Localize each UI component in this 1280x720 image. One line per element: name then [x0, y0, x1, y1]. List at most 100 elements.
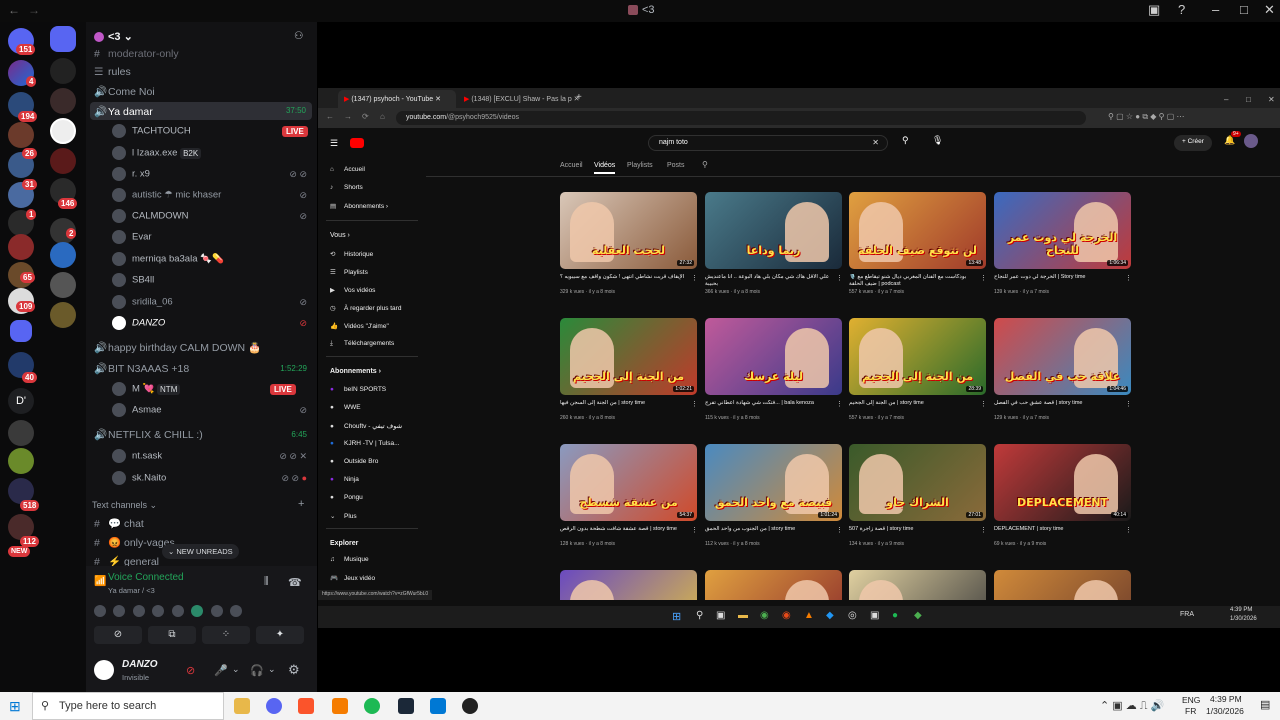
steam-icon[interactable] — [398, 698, 414, 714]
activities-button[interactable]: ⁘ — [202, 626, 250, 644]
server-icon[interactable] — [8, 420, 34, 446]
menu-icon[interactable]: ☰ — [330, 138, 338, 149]
nav-musique[interactable]: ♫ Musique — [330, 556, 369, 563]
more-options-icon[interactable]: ⋮ — [836, 274, 843, 282]
server-icon[interactable] — [50, 148, 76, 174]
video-title[interactable]: 507 قصة زاجرة | story time — [849, 526, 974, 540]
headphones-icon[interactable]: 🎧 — [250, 664, 264, 677]
nav-historique[interactable]: ⟲ Historique — [330, 250, 373, 258]
nav-abonnements[interactable]: ▤ Abonnements › — [330, 202, 388, 210]
soundboard-button[interactable]: ✦ — [256, 626, 304, 644]
search-input[interactable]: najm toto ✕ — [648, 135, 888, 151]
nav-playlists[interactable]: ☰ Playlists — [330, 268, 368, 276]
voice-channel-name[interactable]: Ya damar / <3 — [108, 586, 155, 595]
video-thumbnail[interactable]: من عشقة شسطح 54:37 — [560, 444, 697, 521]
server-icon[interactable] — [50, 242, 76, 268]
language-bottom[interactable]: FR — [1185, 706, 1196, 716]
sub-channel[interactable]: ● Pongu — [330, 494, 363, 501]
microphone-icon[interactable]: 🎙 — [932, 135, 943, 146]
settings-gear-icon[interactable]: ⚙ — [288, 662, 300, 678]
more-options-icon[interactable]: ⋮ — [980, 274, 987, 282]
channel-netflix-chill[interactable]: 🔊NETFLIX & CHILL :) — [94, 428, 203, 441]
video-thumbnail[interactable]: علاقة حب في الفصل 1:04:46 — [994, 318, 1131, 395]
new-tab-button[interactable]: + — [574, 90, 584, 108]
create-button[interactable]: + Créer — [1174, 135, 1212, 151]
remote-clock-time[interactable]: 4:39 PM — [1230, 607, 1252, 613]
voice-user[interactable]: CALMDOWN — [112, 209, 188, 223]
tab-exclu-shaw[interactable]: ▶ (1348) [EXCLU] Shaw - Pas la p ✕ — [458, 90, 580, 108]
video-thumbnail[interactable]: مع نازح القراءة — [560, 570, 697, 600]
nav-accueil[interactable]: ⌂ Accueil — [330, 166, 365, 173]
channel-happy-birthday[interactable]: 🔊happy birthday CALM DOWN 🎂 — [94, 341, 261, 354]
video-title[interactable]: من الجنة إلى الجحيم | story time — [849, 400, 974, 414]
nav-watch-later[interactable]: ◷ À regarder plus tard — [330, 304, 401, 312]
nav-plus[interactable]: ⌄ Plus — [330, 512, 357, 520]
more-options-icon[interactable]: ⋮ — [1125, 526, 1132, 534]
task-view-icon[interactable]: ▣ — [716, 610, 725, 621]
text-channels-header[interactable]: Text channels ⌄ — [92, 500, 157, 511]
channel-tab-videos[interactable]: Vidéos — [594, 162, 616, 174]
windows-start-icon[interactable]: ⊞ — [9, 698, 21, 715]
add-channel-icon[interactable]: + — [298, 498, 304, 510]
video-title[interactable]: الخرجة لي دوت عمر للنجاح | Story time — [994, 274, 1119, 288]
more-options-icon[interactable]: ⋮ — [1125, 400, 1132, 408]
server-icon[interactable] — [50, 118, 76, 144]
video-title[interactable]: من الجنة إلى السجن فيها | story time — [560, 400, 685, 414]
camera-off-button[interactable]: ⊘ — [94, 626, 142, 644]
app-icon[interactable] — [462, 698, 478, 714]
voice-user[interactable]: l Izaax.exe B2K — [112, 146, 202, 160]
maximize-icon[interactable]: □ — [1240, 90, 1257, 108]
clear-search-icon[interactable]: ✕ — [872, 138, 879, 147]
close-icon[interactable]: ✕ — [1264, 2, 1275, 18]
video-thumbnail[interactable]: فبيصة مع واحد الحمق 1:01:24 — [705, 444, 842, 521]
minimize-icon[interactable]: – — [1212, 2, 1219, 17]
folder-icon[interactable] — [10, 320, 32, 342]
nav-liked-videos[interactable]: 👍 Vidéos "J'aime" — [330, 322, 389, 330]
avatar[interactable] — [1244, 134, 1258, 148]
inbox-icon[interactable]: ▣ — [1148, 2, 1160, 18]
nav-shorts[interactable]: ♪ Shorts — [330, 184, 363, 191]
more-options-icon[interactable]: ⋮ — [980, 400, 987, 408]
more-options-icon[interactable]: ⋮ — [691, 526, 698, 534]
camera-off-icon[interactable]: ⊘ — [186, 664, 195, 677]
sub-channel[interactable]: ● KJRH -TV | Tulsa... — [330, 440, 400, 447]
server-letter-icon[interactable]: D' — [8, 388, 34, 414]
language-top[interactable]: ENG — [1182, 695, 1200, 705]
channel-rules[interactable]: ☰ rules — [94, 66, 131, 78]
voice-user-self[interactable]: DANZO — [112, 316, 165, 330]
voice-user[interactable]: sk.Naito — [112, 471, 166, 485]
video-title[interactable]: فتكت شي شهادة أعطاني تفرج... | bala keno… — [705, 400, 830, 414]
server-icon[interactable] — [50, 88, 76, 114]
input-language[interactable]: FRA — [1180, 611, 1194, 618]
video-thumbnail[interactable]: حصلنا!!!!!!! — [849, 570, 986, 600]
sub-channel[interactable]: ● Ninja — [330, 476, 359, 483]
chrome-icon[interactable]: ◉ — [760, 610, 769, 621]
more-options-icon[interactable]: ⋮ — [980, 526, 987, 534]
channel-moderator-only[interactable]: # moderator-only — [94, 48, 179, 60]
video-title[interactable]: الإيقاف قربت نشاطي انتهى ! شكون واقف مع … — [560, 274, 685, 288]
video-thumbnail[interactable]: DEPLACEMENT 40:14 — [994, 444, 1131, 521]
channel-tab-posts[interactable]: Posts — [667, 162, 685, 169]
video-thumbnail[interactable] — [994, 570, 1131, 600]
voice-user[interactable]: Asmae — [112, 403, 162, 417]
reload-icon[interactable]: ⟳ — [362, 112, 369, 121]
windows-start-icon[interactable]: ⊞ — [672, 610, 681, 623]
voice-user[interactable]: merniqa ba3ala 🍬💊 — [112, 252, 224, 266]
search-icon[interactable]: ⚲ — [902, 135, 909, 146]
discord-icon[interactable] — [266, 698, 282, 714]
video-thumbnail[interactable]: الشراك جاو 27:01 — [849, 444, 986, 521]
server-icon[interactable] — [8, 122, 34, 148]
video-title[interactable]: علي الأقل هاك شي مكان بلي هاد البوعة .. … — [705, 274, 830, 288]
more-options-icon[interactable]: ⋮ — [836, 400, 843, 408]
guild-header[interactable]: <3 ⌄ — [94, 30, 133, 43]
store-icon[interactable] — [430, 698, 446, 714]
tab-youtube[interactable]: ▶ (1347) psyhoch - YouTube ✕ — [338, 90, 456, 108]
nav-you-header[interactable]: Vous › — [330, 232, 350, 239]
disconnect-icon[interactable]: ☎ — [288, 576, 302, 589]
app-icon[interactable]: ▲ — [804, 610, 814, 621]
video-title[interactable]: قصة عشقة شافت شطحة بدون الرقص | story ti… — [560, 526, 685, 540]
close-icon[interactable]: ✕ — [1262, 90, 1280, 108]
folder-icon[interactable] — [50, 26, 76, 52]
app-icon[interactable] — [332, 698, 348, 714]
video-title[interactable]: قصة عشق حب في الفصل | story time — [994, 400, 1119, 414]
